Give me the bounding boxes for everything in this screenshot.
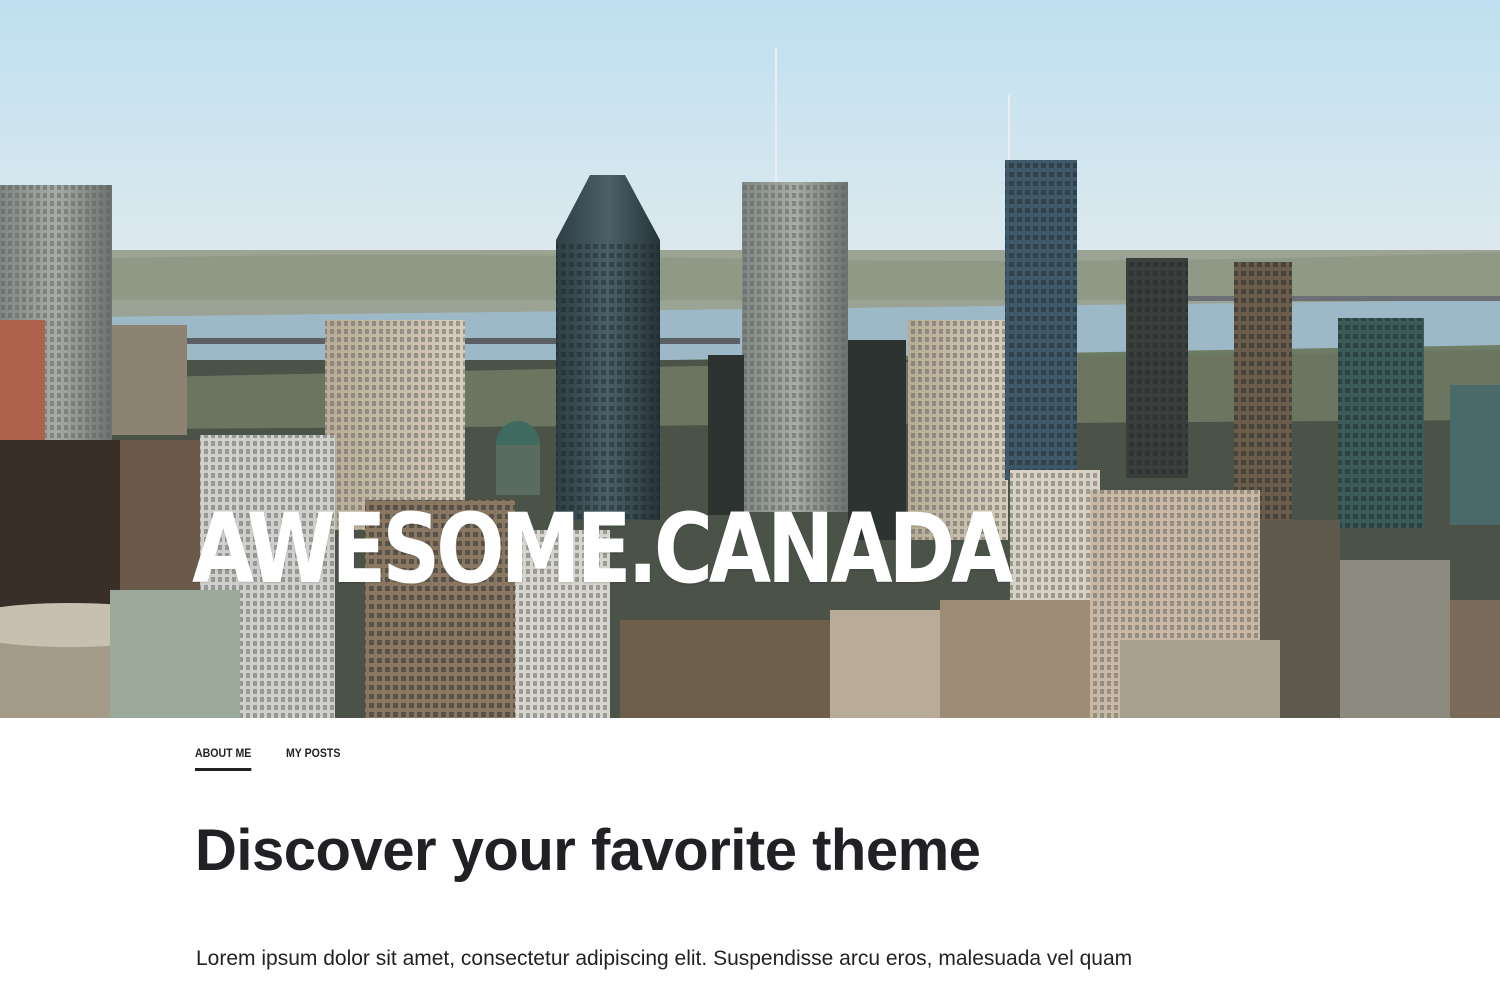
hero-banner: AWESOME.CANADA xyxy=(0,0,1500,718)
page: AWESOME.CANADA ABOUT ME MY POSTS Discove… xyxy=(0,0,1500,1000)
tab-about-me[interactable]: ABOUT ME xyxy=(195,746,252,771)
tab-my-posts[interactable]: MY POSTS xyxy=(286,746,340,771)
intro-paragraph: Lorem ipsum dolor sit amet, consectetur … xyxy=(196,947,1133,970)
main-nav: ABOUT ME MY POSTS xyxy=(195,746,348,771)
page-heading: Discover your favorite theme xyxy=(195,818,981,883)
city-skyline-image xyxy=(0,0,1500,718)
site-title[interactable]: AWESOME.CANADA xyxy=(192,494,1014,604)
